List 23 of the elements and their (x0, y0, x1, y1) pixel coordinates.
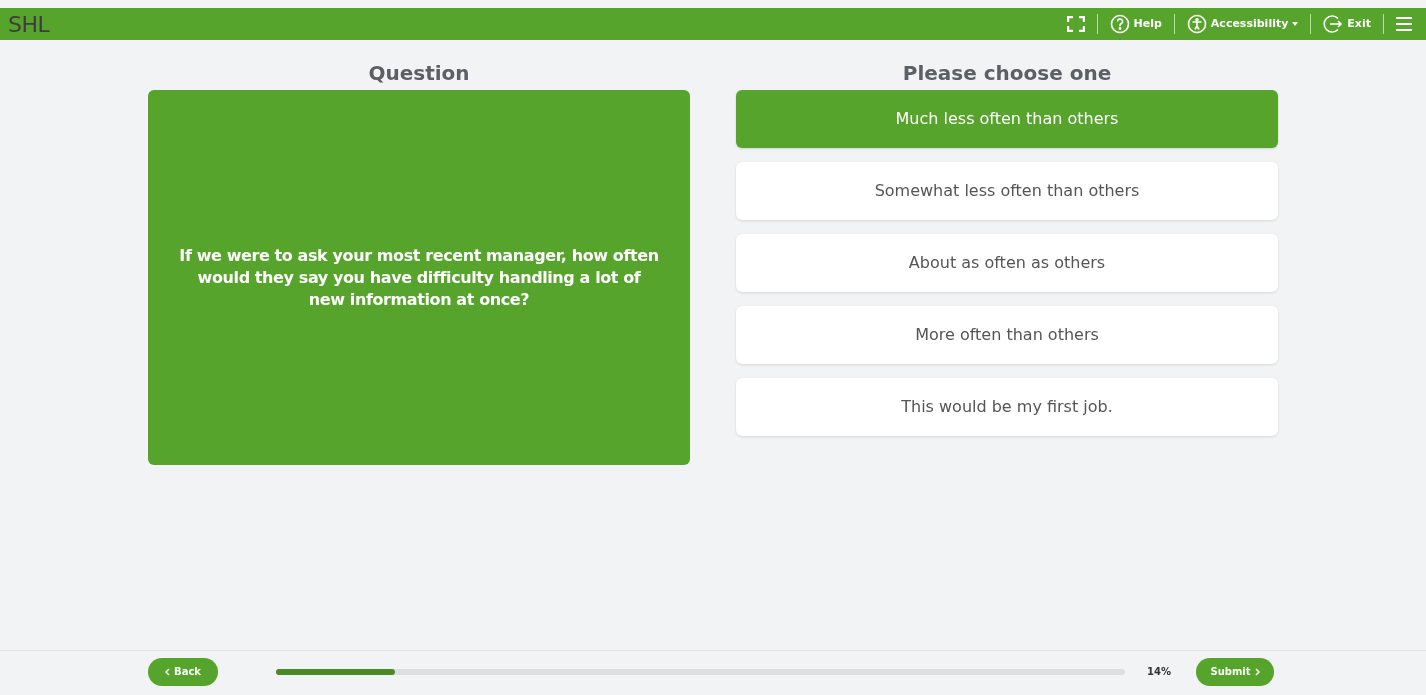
menu-icon (1396, 17, 1412, 31)
logo: SHL (8, 10, 50, 39)
help-button[interactable]: Help (1105, 14, 1166, 34)
answer-option[interactable]: This would be my first job. (736, 378, 1278, 436)
exit-icon (1323, 14, 1344, 34)
answer-option[interactable]: Somewhat less often than others (736, 162, 1278, 220)
question-heading: Question (368, 60, 470, 87)
progress-percent: 14% (1147, 665, 1171, 679)
help-icon (1109, 14, 1130, 34)
answer-option[interactable]: About as often as others (736, 234, 1278, 292)
back-button[interactable]: Back (148, 657, 218, 686)
exit-button[interactable]: Exit (1319, 14, 1375, 34)
caret-icon (1292, 22, 1299, 26)
answer-option[interactable]: More often than others (736, 306, 1278, 364)
chevron-left-icon (165, 667, 170, 676)
accessibility-button[interactable]: Accessibility (1182, 14, 1303, 34)
submit-button[interactable]: Submit (1196, 657, 1274, 686)
chevron-right-icon (1254, 667, 1260, 676)
answer-option[interactable]: Much less often than others (736, 90, 1278, 148)
answers-heading: Please choose one (902, 60, 1112, 87)
question-text: If we were to ask your most recent manager, how often would they say you have difficulty handling a lot of new information at once? (178, 244, 660, 311)
accessibility-icon (1186, 14, 1207, 34)
fullscreen-icon (1066, 16, 1085, 32)
